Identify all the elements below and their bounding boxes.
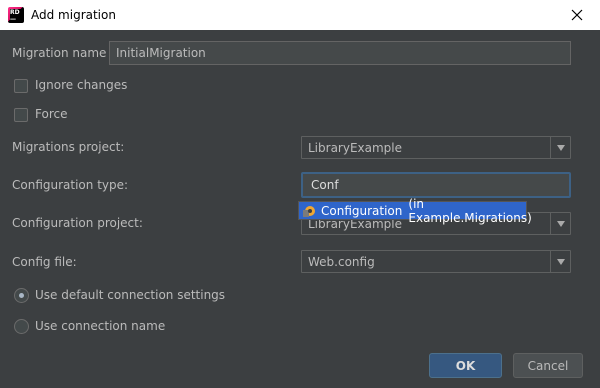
ok-button[interactable]: OK [429,353,502,378]
class-icon [302,204,316,218]
force-checkbox[interactable] [14,108,28,122]
rider-icon: RD — [8,7,24,23]
autocomplete-popup: Configuration (in Example.Migrations) [298,197,532,225]
close-button[interactable] [554,0,600,30]
use-connection-name-radio[interactable] [14,319,29,334]
configuration-type-input[interactable]: Conf [301,172,571,198]
autocomplete-item-name: Configuration [321,203,403,218]
chevron-down-icon [556,144,565,151]
configuration-type-label: Configuration type: [12,178,129,192]
radio-selected-dot [19,293,24,298]
config-file-label: Config file: [12,255,77,269]
migration-name-label: Migration name [12,46,107,60]
cancel-button[interactable]: Cancel [513,353,583,378]
close-icon [571,9,583,21]
migration-name-input[interactable]: InitialMigration [109,41,571,65]
config-file-dropdown-button[interactable] [550,251,570,272]
title-bar: RD — Add migration [0,0,600,30]
config-file-value: Web.config [308,255,375,269]
config-file-select[interactable]: Web.config [301,250,571,273]
migrations-project-label: Migrations project: [12,140,125,154]
configuration-project-dropdown-button[interactable] [550,213,570,234]
use-default-connection-radio[interactable] [14,288,29,303]
ignore-changes-checkbox[interactable] [14,79,28,93]
migrations-project-dropdown-button[interactable] [550,137,570,158]
ignore-changes-label: Ignore changes [35,78,128,92]
use-connection-name-label: Use connection name [35,319,166,333]
migrations-project-select[interactable]: LibraryExample [301,136,571,159]
window-title: Add migration [31,8,116,22]
autocomplete-item-configuration[interactable]: Configuration (in Example.Migrations) [299,197,532,225]
chevron-down-icon [556,258,565,265]
configuration-project-label: Configuration project: [12,216,143,230]
autocomplete-item-location: (in Example.Migrations) [408,196,532,225]
force-label: Force [35,107,68,121]
chevron-down-icon [556,220,565,227]
use-default-connection-label: Use default connection settings [35,288,226,302]
migrations-project-value: LibraryExample [308,141,403,155]
